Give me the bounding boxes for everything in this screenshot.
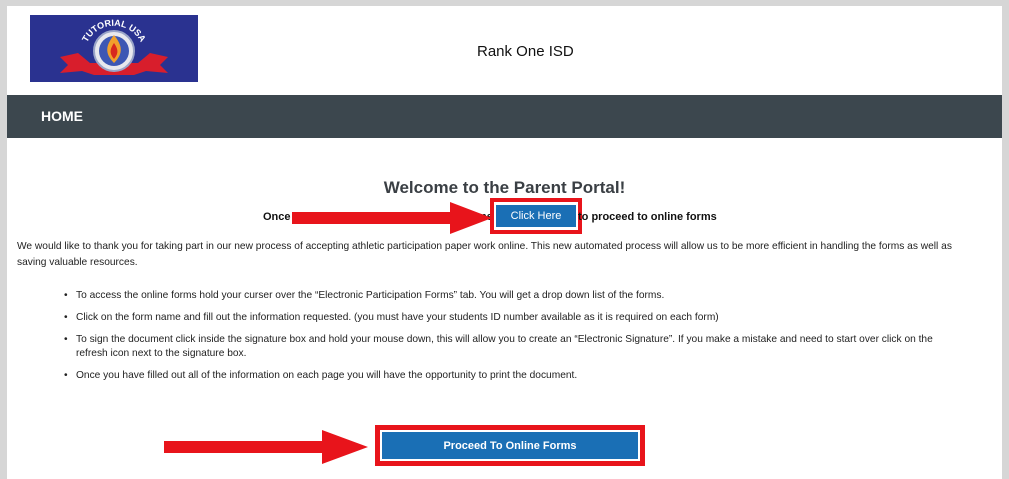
nav-home-link[interactable]: HOME xyxy=(41,108,83,124)
logo-emblem-icon: TUTORIAL USA xyxy=(30,15,198,82)
red-arrow-icon xyxy=(292,202,492,234)
page: TUTORIAL USA Rank One ISD HOME Welcome t… xyxy=(7,6,1002,479)
red-arrow-icon xyxy=(164,430,368,464)
list-item: Once you have filled out all of the info… xyxy=(64,369,966,383)
proceed-to-online-forms-button[interactable]: Proceed To Online Forms xyxy=(382,432,638,459)
welcome-heading: Welcome to the Parent Portal! xyxy=(383,178,626,197)
tutorial-usa-logo[interactable]: TUTORIAL USA xyxy=(30,15,198,82)
site-title: Rank One ISD xyxy=(477,43,574,60)
once-text-suffix: to proceed to online forms xyxy=(578,211,717,223)
main-navbar: HOME xyxy=(7,95,1002,138)
click-here-button[interactable]: Click Here xyxy=(496,205,576,227)
header: TUTORIAL USA Rank One ISD xyxy=(7,6,1002,95)
list-item: Click on the form name and fill out the … xyxy=(64,311,966,325)
list-item: To access the online forms hold your cur… xyxy=(64,289,966,303)
intro-paragraph: We would like to thank you for taking pa… xyxy=(17,241,952,268)
list-item: To sign the document click inside the si… xyxy=(64,333,966,361)
instructions-list: To access the online forms hold your cur… xyxy=(64,289,966,391)
once-text-prefix: Once xyxy=(263,211,291,223)
